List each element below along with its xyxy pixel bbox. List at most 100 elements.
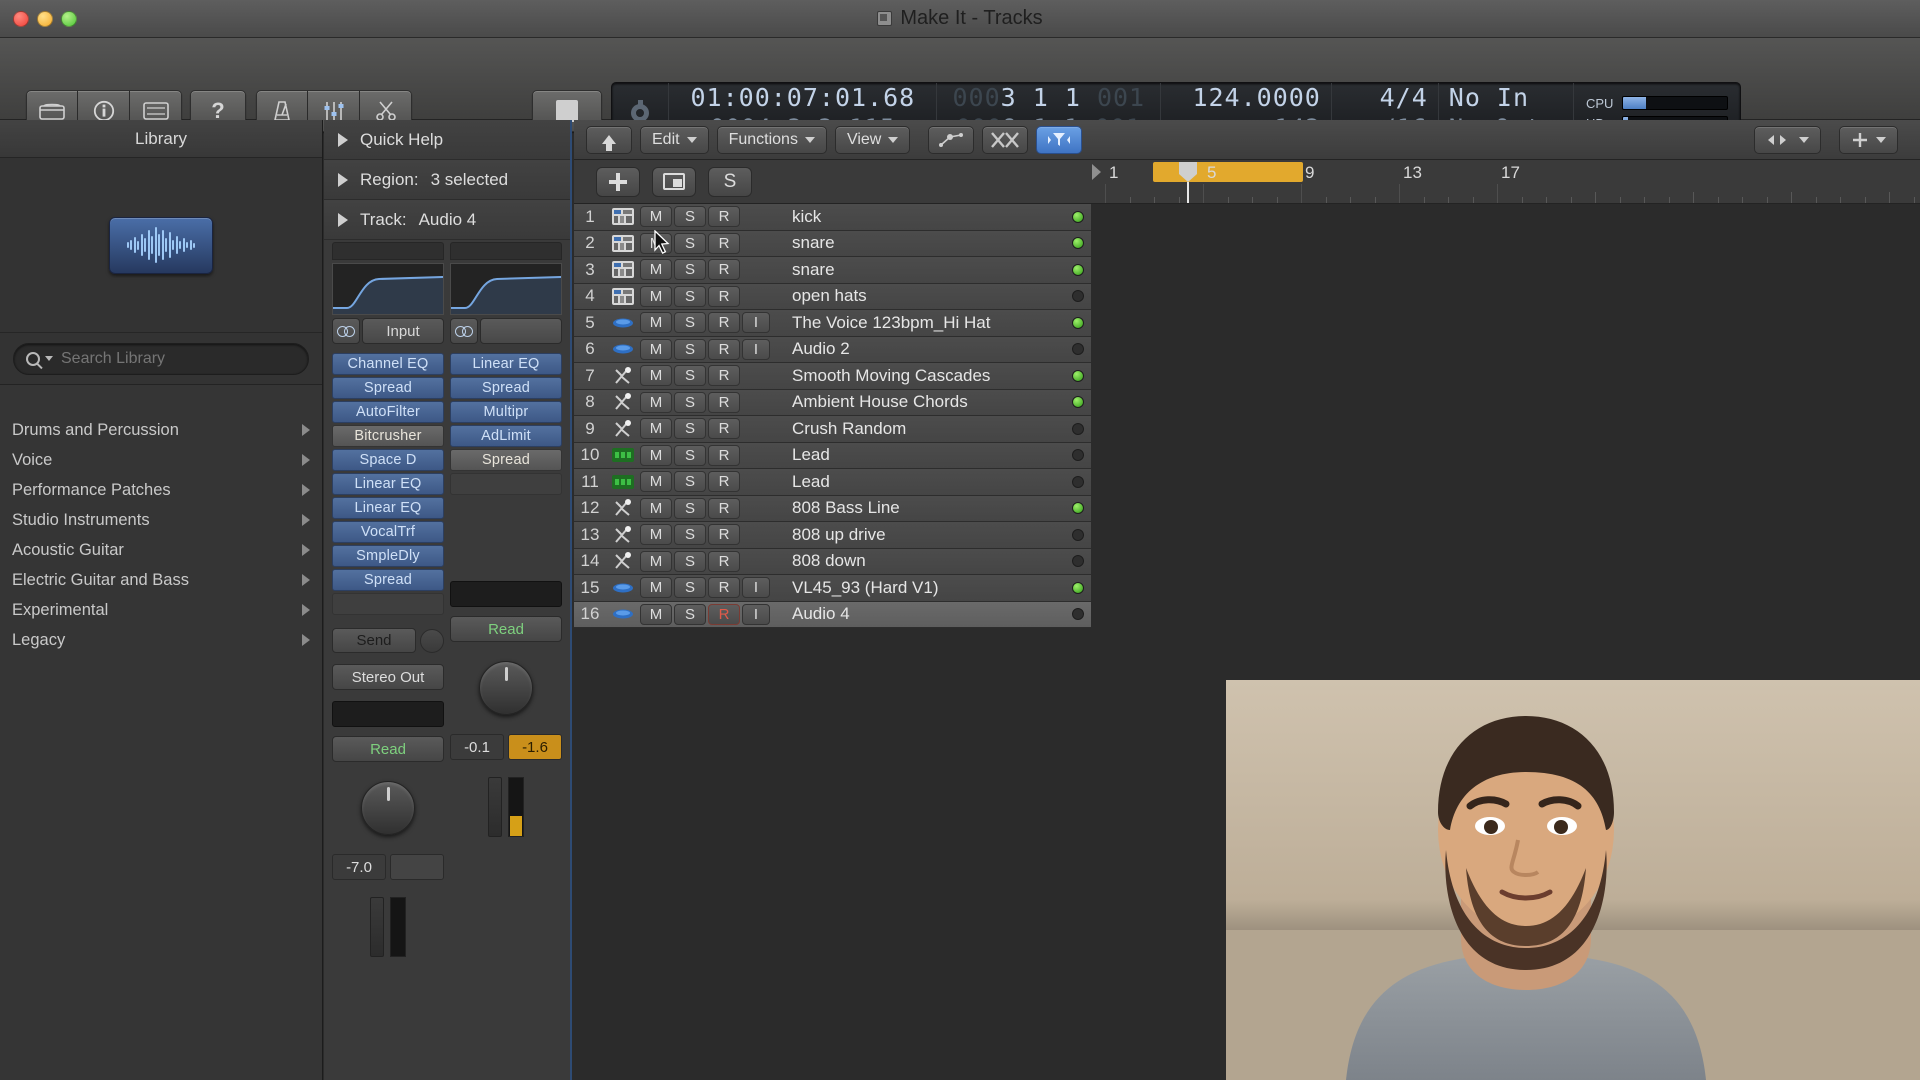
output-slot[interactable]: Stereo Out: [332, 664, 444, 690]
record-enable-button[interactable]: R: [708, 312, 740, 334]
mute-button[interactable]: M: [640, 577, 672, 599]
plugin-slot[interactable]: Multipr: [450, 401, 562, 423]
strip-top-slot[interactable]: [450, 242, 562, 260]
sampler-icon[interactable]: [606, 419, 640, 439]
plugin-slot[interactable]: Channel EQ: [332, 353, 444, 375]
synth-icon[interactable]: [606, 448, 640, 463]
plugin-slot[interactable]: AutoFilter: [332, 401, 444, 423]
plugin-slot[interactable]: SmpleDly: [332, 545, 444, 567]
duplicate-track-button[interactable]: [652, 166, 696, 197]
input-monitor-button[interactable]: I: [742, 603, 770, 625]
track-name[interactable]: kick: [770, 207, 1065, 227]
solo-button[interactable]: S: [674, 550, 706, 572]
search-input[interactable]: [61, 349, 296, 368]
solo-button[interactable]: S: [674, 418, 706, 440]
audio-waveform-patch-icon[interactable]: [109, 216, 213, 274]
solo-button[interactable]: S: [674, 312, 706, 334]
record-enable-button[interactable]: R: [708, 259, 740, 281]
cycle-range[interactable]: [1153, 162, 1303, 182]
library-item[interactable]: Studio Instruments: [0, 505, 322, 535]
drum-machine-icon[interactable]: [606, 234, 640, 252]
timeline-ruler[interactable]: 1 5 9 13 17: [1091, 160, 1920, 204]
automation-mode-button[interactable]: Read: [450, 616, 562, 642]
plugin-slot[interactable]: AdLimit: [450, 425, 562, 447]
track-name[interactable]: Audio 4: [770, 604, 1065, 624]
pan-knob[interactable]: [479, 661, 533, 715]
menu-functions[interactable]: Functions: [716, 125, 827, 154]
send-level-knob[interactable]: [420, 628, 444, 653]
solo-button[interactable]: S: [674, 497, 706, 519]
audio-track-icon[interactable]: [606, 343, 640, 355]
input-monitor-button[interactable]: I: [742, 338, 770, 360]
track-header[interactable]: 2 M S Rsnare: [574, 230, 1091, 257]
solo-button[interactable]: S: [674, 365, 706, 387]
zoom-navigate-icon[interactable]: [1754, 125, 1821, 154]
solo-button[interactable]: S: [674, 259, 706, 281]
close-button[interactable]: [13, 10, 29, 27]
mute-button[interactable]: M: [640, 471, 672, 493]
library-item[interactable]: Voice: [0, 445, 322, 475]
mute-button[interactable]: M: [640, 232, 672, 254]
crossfade-icon[interactable]: [982, 125, 1029, 154]
plugin-slot[interactable]: Bitcrusher: [332, 425, 444, 447]
peak-value[interactable]: -1.6: [508, 734, 562, 760]
menu-view[interactable]: View: [834, 125, 911, 154]
track-header[interactable]: 16 M S R I Audio 4: [574, 601, 1091, 628]
mute-button[interactable]: M: [640, 259, 672, 281]
menu-edit[interactable]: Edit: [640, 125, 709, 154]
volume-fader[interactable]: [488, 777, 502, 837]
track-header[interactable]: 13 M S R 808 up drive: [574, 522, 1091, 549]
plugin-slot[interactable]: Spread: [332, 377, 444, 399]
volume-value[interactable]: -0.1: [450, 734, 504, 760]
track-header[interactable]: 10 M S R Lead: [574, 442, 1091, 469]
solo-button[interactable]: S: [674, 524, 706, 546]
library-item[interactable]: Performance Patches: [0, 475, 322, 505]
solo-button[interactable]: S: [674, 232, 706, 254]
record-enable-button[interactable]: R: [708, 206, 740, 228]
volume-fader[interactable]: [370, 897, 384, 957]
navigate-up-icon[interactable]: [586, 125, 632, 154]
track-name[interactable]: Smooth Moving Cascades: [770, 366, 1065, 386]
record-enable-button[interactable]: R: [708, 550, 740, 572]
mute-button[interactable]: M: [640, 418, 672, 440]
record-enable-button[interactable]: R: [708, 232, 740, 254]
track-header[interactable]: 12 M S R 808 Bass Line: [574, 495, 1091, 522]
mute-button[interactable]: M: [640, 497, 672, 519]
minimize-button[interactable]: [37, 10, 53, 27]
mute-button[interactable]: M: [640, 444, 672, 466]
track-name[interactable]: snare: [770, 260, 1065, 280]
record-enable-button[interactable]: R: [708, 285, 740, 307]
record-enable-button[interactable]: R: [708, 391, 740, 413]
record-enable-button[interactable]: R: [708, 524, 740, 546]
track-name[interactable]: Lead: [770, 472, 1065, 492]
mute-button[interactable]: M: [640, 391, 672, 413]
solo-button[interactable]: S: [674, 391, 706, 413]
track-name[interactable]: Audio 2: [770, 339, 1065, 359]
flex-icon[interactable]: [928, 125, 975, 154]
input-monitor-button[interactable]: I: [742, 577, 770, 599]
plugin-slot[interactable]: Linear EQ: [332, 473, 444, 495]
record-enable-button[interactable]: R: [708, 418, 740, 440]
inspector-row[interactable]: Track: Audio 4: [324, 200, 570, 240]
drum-machine-icon[interactable]: [606, 261, 640, 279]
solo-button[interactable]: S: [674, 206, 706, 228]
solo-button[interactable]: S: [674, 285, 706, 307]
mute-button[interactable]: M: [640, 312, 672, 334]
track-name[interactable]: VL45_93 (Hard V1): [770, 578, 1065, 598]
library-item[interactable]: Drums and Percussion: [0, 415, 322, 445]
solo-button[interactable]: S: [674, 444, 706, 466]
search-field[interactable]: [13, 342, 309, 375]
track-header[interactable]: 1 M S Rkick: [574, 204, 1091, 231]
peak-value-empty[interactable]: [390, 854, 444, 880]
track-name[interactable]: Ambient House Chords: [770, 392, 1065, 412]
audio-track-icon[interactable]: [606, 317, 640, 329]
sampler-icon[interactable]: [606, 366, 640, 386]
pan-knob[interactable]: [361, 781, 415, 835]
track-name[interactable]: snare: [770, 233, 1065, 253]
automation-mode-button[interactable]: Read: [332, 736, 444, 762]
snap-funnel-icon[interactable]: [1036, 125, 1083, 154]
inspector-row[interactable]: Region: 3 selected: [324, 160, 570, 200]
group-slot[interactable]: [450, 581, 562, 607]
track-name[interactable]: Lead: [770, 445, 1065, 465]
plugin-slot[interactable]: Linear EQ: [450, 353, 562, 375]
